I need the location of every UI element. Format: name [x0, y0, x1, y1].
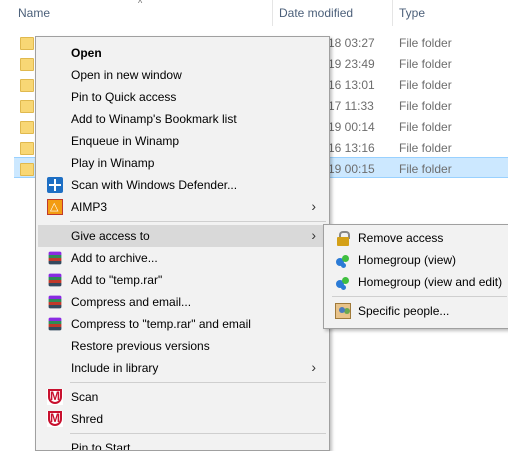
homegroup-icon	[335, 252, 351, 268]
row-type: File folder	[399, 36, 452, 50]
submenu-item-homegroup-view-edit[interactable]: Homegroup (view and edit)	[326, 271, 508, 293]
menu-item-shred[interactable]: Shred	[38, 408, 326, 430]
row-type: File folder	[399, 78, 452, 92]
folder-icon	[20, 37, 34, 50]
folder-icon	[20, 121, 34, 134]
menu-item-label: Compress to "temp.rar" and email	[71, 317, 251, 331]
menu-item-compress-temp-email[interactable]: Compress to "temp.rar" and email	[38, 313, 326, 335]
menu-item-label: Shred	[71, 412, 104, 426]
menu-item-add-archive[interactable]: Add to archive...	[38, 247, 326, 269]
menu-item-open-new-window[interactable]: Open in new window	[38, 64, 326, 86]
submenu-item-homegroup-view[interactable]: Homegroup (view)	[326, 249, 508, 271]
menu-item-label: Open in new window	[71, 68, 182, 82]
column-divider[interactable]	[272, 0, 273, 26]
give-access-submenu: Remove access Homegroup (view) Homegroup…	[323, 224, 508, 329]
row-type: File folder	[399, 99, 452, 113]
submenu-item-label: Homegroup (view and edit)	[358, 275, 503, 289]
menu-item-compress-email[interactable]: Compress and email...	[38, 291, 326, 313]
menu-item-play-winamp[interactable]: Play in Winamp	[38, 152, 326, 174]
column-divider[interactable]	[392, 0, 393, 26]
menu-item-give-access[interactable]: Give access to ›	[38, 225, 326, 247]
menu-item-open[interactable]: Open	[38, 42, 326, 64]
row-date: 19 00:14	[328, 120, 375, 134]
chevron-right-icon: ›	[311, 198, 316, 214]
row-type: File folder	[399, 162, 452, 176]
menu-separator	[70, 221, 326, 222]
homegroup-icon	[335, 274, 351, 290]
submenu-item-remove-access[interactable]: Remove access	[326, 227, 508, 249]
submenu-item-label: Remove access	[358, 231, 444, 245]
submenu-item-label: Specific people...	[358, 304, 450, 318]
menu-item-label: Pin to Start	[71, 441, 131, 451]
winrar-icon	[48, 317, 62, 331]
menu-item-include-library[interactable]: Include in library ›	[38, 357, 326, 379]
menu-item-label: Enqueue in Winamp	[71, 134, 180, 148]
lock-icon	[335, 230, 351, 246]
submenu-item-label: Homegroup (view)	[358, 253, 457, 267]
menu-separator	[332, 296, 507, 297]
column-type[interactable]: Type	[399, 6, 425, 20]
menu-item-label: Include in library	[71, 361, 159, 375]
chevron-right-icon: ›	[311, 359, 316, 375]
folder-icon	[20, 100, 34, 113]
folder-icon	[20, 79, 34, 92]
menu-item-label: Open	[71, 46, 102, 60]
menu-separator	[70, 433, 326, 434]
menu-item-label: Add to Winamp's Bookmark list	[71, 112, 237, 126]
menu-item-winamp-bookmark[interactable]: Add to Winamp's Bookmark list	[38, 108, 326, 130]
menu-item-label: Compress and email...	[71, 295, 192, 309]
menu-item-restore-versions[interactable]: Restore previous versions	[38, 335, 326, 357]
winrar-icon	[48, 295, 62, 309]
menu-item-label: Add to "temp.rar"	[71, 273, 163, 287]
row-date: 18 03:27	[328, 36, 375, 50]
menu-item-label: Restore previous versions	[71, 339, 210, 353]
windows-defender-icon	[47, 177, 63, 193]
menu-separator	[70, 382, 326, 383]
column-name[interactable]: Name	[18, 6, 50, 20]
mcafee-icon	[47, 389, 63, 405]
chevron-right-icon: ›	[311, 227, 316, 243]
column-header: ^ Name Date modified Type	[0, 0, 508, 26]
menu-item-label: AIMP3	[71, 200, 108, 214]
column-date-modified[interactable]: Date modified	[279, 6, 353, 20]
menu-item-label: Add to archive...	[71, 251, 158, 265]
winrar-icon	[48, 273, 62, 287]
menu-item-label: Give access to	[71, 229, 150, 243]
menu-item-scan[interactable]: Scan	[38, 386, 326, 408]
menu-item-label: Scan	[71, 390, 99, 404]
row-date: 16 13:01	[328, 78, 375, 92]
menu-item-label: Pin to Quick access	[71, 90, 177, 104]
winrar-icon	[48, 251, 62, 265]
menu-item-aimp3[interactable]: AIMP3 ›	[38, 196, 326, 218]
folder-icon	[20, 142, 34, 155]
menu-item-scan-defender[interactable]: Scan with Windows Defender...	[38, 174, 326, 196]
submenu-item-specific-people[interactable]: Specific people...	[326, 300, 508, 322]
aimp-icon	[47, 199, 63, 215]
context-menu: Open Open in new window Pin to Quick acc…	[35, 36, 330, 451]
folder-icon	[20, 58, 34, 71]
mcafee-icon	[47, 411, 63, 427]
people-icon	[335, 303, 351, 319]
sort-ascending-icon: ^	[138, 0, 143, 8]
menu-item-label: Play in Winamp	[71, 156, 155, 170]
row-date: 19 23:49	[328, 57, 375, 71]
row-date: 19 00:15	[328, 162, 375, 176]
menu-item-enqueue-winamp[interactable]: Enqueue in Winamp	[38, 130, 326, 152]
row-date: 17 11:33	[328, 99, 374, 113]
row-type: File folder	[399, 120, 452, 134]
row-date: 16 13:16	[328, 141, 375, 155]
menu-item-label: Scan with Windows Defender...	[71, 178, 238, 192]
row-type: File folder	[399, 57, 452, 71]
row-type: File folder	[399, 141, 452, 155]
menu-item-add-temp-rar[interactable]: Add to "temp.rar"	[38, 269, 326, 291]
folder-icon	[20, 163, 34, 176]
menu-item-pin-quick-access[interactable]: Pin to Quick access	[38, 86, 326, 108]
